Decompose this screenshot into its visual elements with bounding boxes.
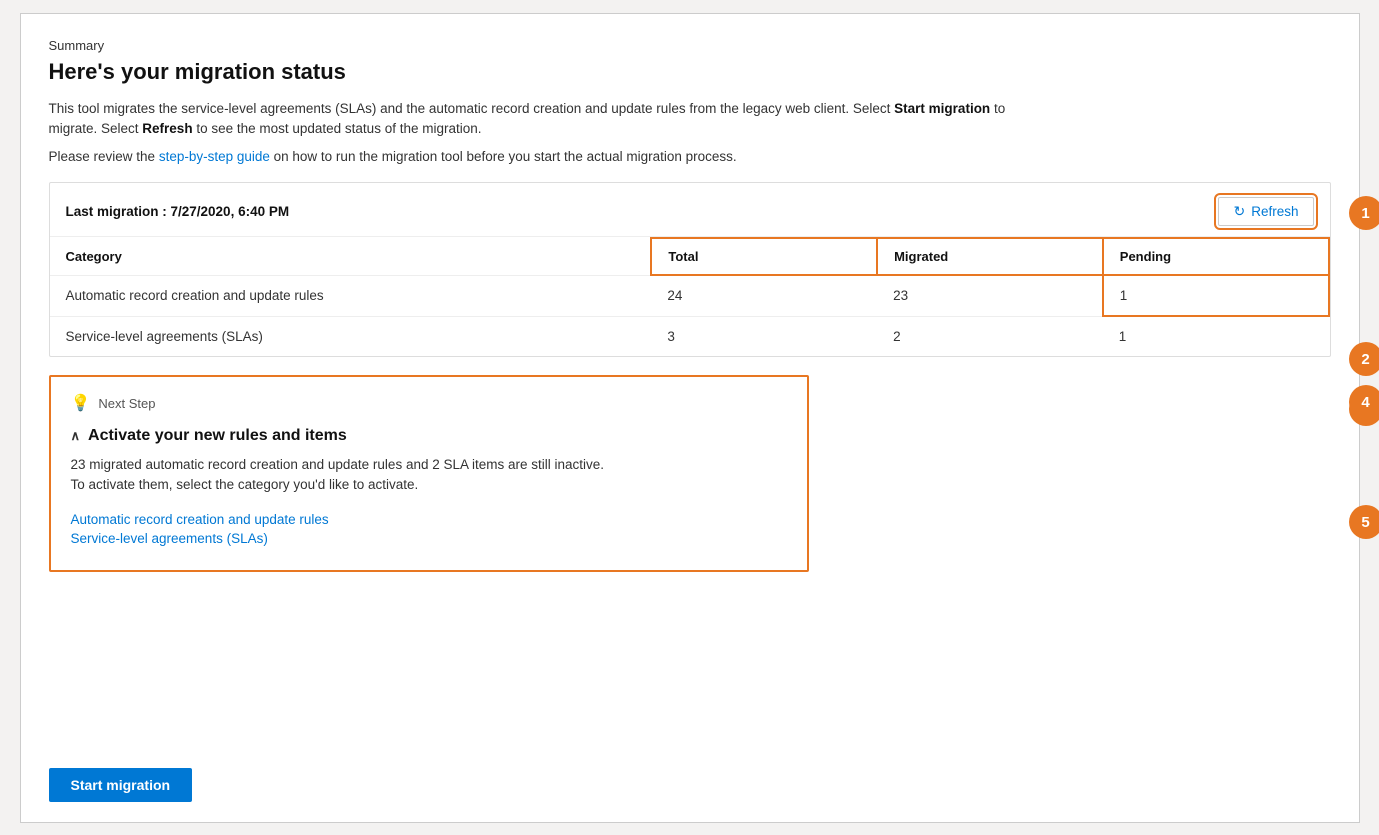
activate-title: Activate your new rules and items xyxy=(88,427,347,445)
callout-1: 1 xyxy=(1349,196,1379,230)
callout-2: 2 xyxy=(1349,342,1379,376)
row2-category: Service-level agreements (SLAs) xyxy=(50,316,652,356)
description-bold2: Refresh xyxy=(142,121,192,136)
callout-4: 4 xyxy=(1349,385,1379,419)
row2-migrated: 2 xyxy=(877,316,1103,356)
row1-pending: 1 xyxy=(1103,275,1329,316)
col-header-pending: Pending xyxy=(1103,238,1329,275)
row2-total: 3 xyxy=(651,316,877,356)
refresh-label: Refresh xyxy=(1251,204,1298,219)
description-text3: to see the most updated status of the mi… xyxy=(193,121,482,136)
lightbulb-icon: 💡 xyxy=(71,393,91,413)
start-migration-button[interactable]: Start migration xyxy=(49,768,193,802)
page-title: Here's your migration status xyxy=(49,59,1331,85)
migration-box: Last migration : 7/27/2020, 6:40 PM ↻ Re… xyxy=(49,182,1331,357)
next-step-box: 💡 Next Step ∧ Activate your new rules an… xyxy=(49,375,809,572)
callout-5: 5 xyxy=(1349,505,1379,539)
next-step-header: 💡 Next Step xyxy=(71,393,787,413)
next-step-label: Next Step xyxy=(98,396,155,411)
guide-link[interactable]: step-by-step guide xyxy=(159,149,270,164)
chevron-up-icon: ∧ xyxy=(71,428,81,444)
activate-description: 23 migrated automatic record creation an… xyxy=(71,455,787,496)
row1-total: 24 xyxy=(651,275,877,316)
migration-box-header: Last migration : 7/27/2020, 6:40 PM ↻ Re… xyxy=(50,183,1330,237)
last-migration-label: Last migration : 7/27/2020, 6:40 PM xyxy=(66,204,290,219)
table-row: Automatic record creation and update rul… xyxy=(50,275,1329,316)
guide-suffix: on how to run the migration tool before … xyxy=(270,149,737,164)
summary-label: Summary xyxy=(49,38,1331,53)
row1-category: Automatic record creation and update rul… xyxy=(50,275,652,316)
migration-table: Category Total Migrated Pending xyxy=(50,237,1330,356)
table-row: Service-level agreements (SLAs) 3 2 1 xyxy=(50,316,1329,356)
row1-migrated: 23 xyxy=(877,275,1103,316)
col-header-category: Category xyxy=(50,238,652,275)
guide-text: Please review the step-by-step guide on … xyxy=(49,149,1331,164)
activate-section-title: ∧ Activate your new rules and items xyxy=(71,427,787,445)
refresh-button[interactable]: ↻ Refresh xyxy=(1218,197,1313,226)
activate-link-slas[interactable]: Service-level agreements (SLAs) xyxy=(71,531,787,546)
description: This tool migrates the service-level agr… xyxy=(49,99,1009,140)
refresh-icon: ↻ xyxy=(1233,203,1245,220)
row2-pending: 1 xyxy=(1103,316,1329,356)
col-header-total: Total xyxy=(651,238,877,275)
col-header-migrated: Migrated xyxy=(877,238,1103,275)
activate-link-rules[interactable]: Automatic record creation and update rul… xyxy=(71,512,787,527)
description-bold1: Start migration xyxy=(894,101,990,116)
main-container: Summary Here's your migration status Thi… xyxy=(20,13,1360,823)
guide-prefix: Please review the xyxy=(49,149,159,164)
description-text1: This tool migrates the service-level agr… xyxy=(49,101,895,116)
